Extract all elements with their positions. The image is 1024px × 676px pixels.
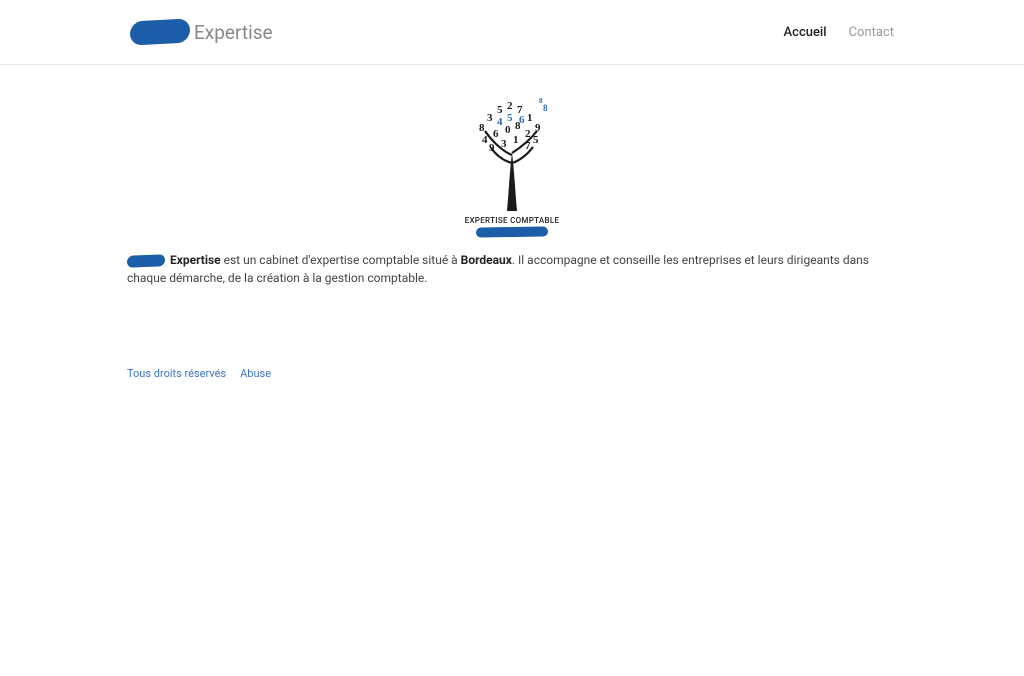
hero-logo: 8 3 5 2 7 1 9 4 6 0 8 2 5 9 3 1 7 4 6 5 [127,93,897,243]
city-bold: Bordeaux [461,253,512,267]
svg-text:8: 8 [479,122,485,134]
svg-text:3: 3 [487,112,493,124]
svg-text:5: 5 [497,104,503,116]
logo[interactable]: Expertise [130,20,273,44]
nav-link-contact[interactable]: Contact [849,25,894,40]
footer-rights-link[interactable]: Tous droits réservés [127,367,226,380]
svg-text:6: 6 [519,114,525,126]
svg-text:4: 4 [497,116,503,128]
nav-link-accueil[interactable]: Accueil [784,25,827,40]
svg-text:5: 5 [533,134,539,146]
tree-icon: 8 3 5 2 7 1 9 4 6 0 8 2 5 9 3 1 7 4 6 5 [457,93,567,243]
svg-text:0: 0 [505,124,511,136]
svg-text:5: 5 [507,112,513,124]
svg-text:9: 9 [489,142,495,154]
svg-text:9: 9 [535,122,541,134]
svg-text:1: 1 [527,112,533,124]
intro-paragraph: Expertise est un cabinet d'expertise com… [127,251,897,287]
intro-text-1: est un cabinet d'expertise comptable sit… [221,253,461,267]
site-footer: Tous droits réservés Abuse [127,327,897,400]
svg-text:2: 2 [507,100,513,112]
main-content: 8 3 5 2 7 1 9 4 6 0 8 2 5 9 3 1 7 4 6 5 [127,65,897,327]
svg-text:7: 7 [525,140,531,152]
primary-nav: Accueil Contact [784,25,894,40]
svg-text:8: 8 [539,97,543,105]
svg-text:3: 3 [501,138,507,150]
svg-text:2: 2 [525,128,531,140]
svg-text:8: 8 [543,103,548,113]
tree-caption: EXPERTISE COMPTABLE [465,216,560,225]
svg-text:6: 6 [493,128,499,140]
logo-mark [130,18,191,45]
site-header: Expertise Accueil Contact [0,0,1024,65]
logo-text: Expertise [194,21,273,44]
svg-text:1: 1 [513,134,519,146]
brand-mark-inline [127,254,166,267]
footer-abuse-link[interactable]: Abuse [240,367,271,380]
svg-text:4: 4 [482,134,488,146]
brand-name-bold: Expertise [167,253,221,267]
